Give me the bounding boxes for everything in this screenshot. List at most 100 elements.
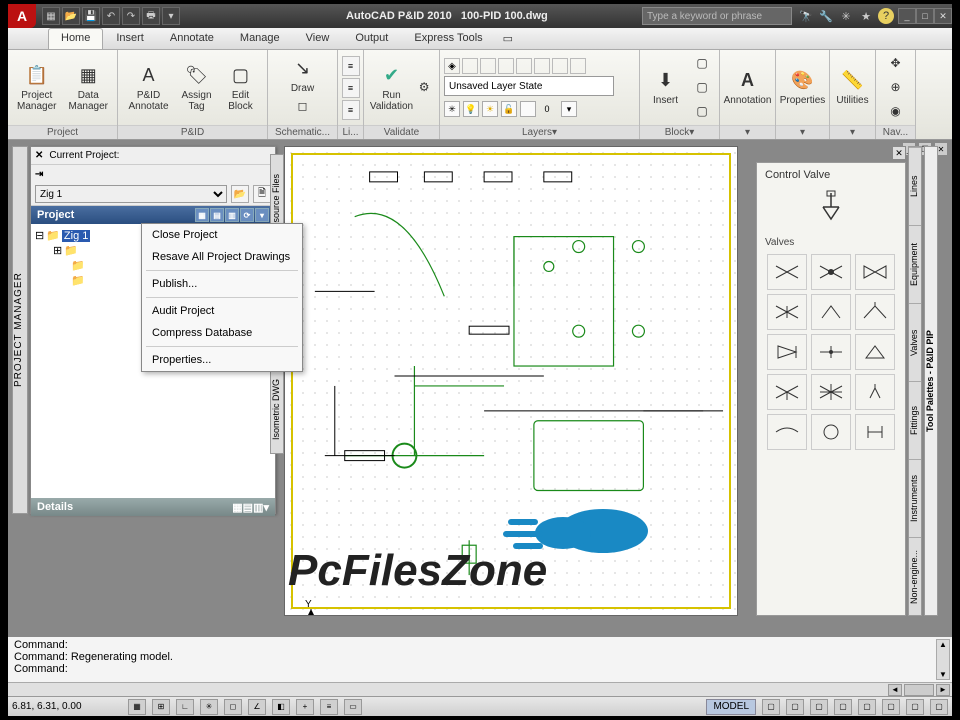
ptab-valves[interactable]: Valves	[909, 303, 921, 381]
pm-view-3[interactable]: ▥	[225, 208, 239, 222]
menu-close-project[interactable]: Close Project	[142, 224, 302, 246]
vtab-isometric-dwg[interactable]: Isometric DWG	[270, 364, 284, 454]
menu-audit[interactable]: Audit Project	[142, 300, 302, 322]
tab-output[interactable]: Output	[342, 28, 401, 49]
pm-section-details[interactable]: Details ▦▤▥▾	[31, 498, 275, 516]
status-snap[interactable]: ▦	[128, 699, 146, 715]
layer-sun-icon[interactable]: ☀	[482, 101, 498, 117]
pm-det-2[interactable]: ▤	[243, 502, 253, 514]
status-dyn[interactable]: +	[296, 699, 314, 715]
run-validation-button[interactable]: ✔Run Validation	[370, 64, 413, 112]
status-ortho[interactable]: ∟	[176, 699, 194, 715]
nav-tool-3[interactable]: ◉	[885, 101, 907, 123]
layer-btn-2[interactable]	[462, 58, 478, 74]
panel-label-properties[interactable]: ▾	[776, 125, 829, 139]
pm-det-3[interactable]: ▥	[253, 502, 263, 514]
block-tool-3[interactable]: ▢	[691, 101, 713, 123]
help-icon[interactable]: ?	[878, 8, 894, 24]
layer-prop-icon[interactable]: ✳	[444, 101, 460, 117]
layer-btn-5[interactable]	[516, 58, 532, 74]
project-manager-button[interactable]: 📋Project Manager	[14, 64, 60, 112]
layer-btn-1[interactable]: ◈	[444, 58, 460, 74]
ptab-equipment[interactable]: Equipment	[909, 225, 921, 303]
status-ducs[interactable]: ◧	[272, 699, 290, 715]
insert-block-button[interactable]: ⬇Insert	[646, 69, 685, 106]
layer-bulb-icon[interactable]: 💡	[463, 101, 479, 117]
draw-button[interactable]: ↘Draw	[278, 57, 328, 94]
valve-angle[interactable]	[855, 294, 895, 330]
ptab-instruments[interactable]: Instruments	[909, 459, 921, 537]
binoculars-icon[interactable]: 🔭	[798, 8, 814, 24]
status-grid[interactable]: ⊞	[152, 699, 170, 715]
layer-btn-6[interactable]	[534, 58, 550, 74]
pm-view-1[interactable]: ▦	[195, 208, 209, 222]
menu-publish[interactable]: Publish...	[142, 273, 302, 295]
status-qp[interactable]: ▭	[344, 699, 362, 715]
status-tool-3[interactable]: ▢	[810, 699, 828, 715]
valve-misc-3[interactable]	[855, 414, 895, 450]
status-polar[interactable]: ✳	[200, 699, 218, 715]
block-tool-2[interactable]: ▢	[691, 77, 713, 99]
palette-titlebar[interactable]: Tool Palettes - P&ID PIP	[924, 146, 938, 616]
layer-btn-4[interactable]	[498, 58, 514, 74]
control-valve-symbol[interactable]	[811, 187, 851, 227]
status-tool-5[interactable]: ▢	[858, 699, 876, 715]
valve-gate[interactable]	[767, 254, 807, 290]
status-tool-6[interactable]: ▢	[882, 699, 900, 715]
valve-diaphragm[interactable]	[855, 334, 895, 370]
valve-4way[interactable]	[811, 374, 851, 410]
panel-label-layers[interactable]: Layers ▾	[440, 125, 639, 139]
pm-close-icon[interactable]: ✕	[35, 150, 43, 161]
nav-tool-1[interactable]: ✥	[885, 53, 907, 75]
layer-btn-7[interactable]	[552, 58, 568, 74]
ptab-fittings[interactable]: Fittings	[909, 381, 921, 459]
annotation-button[interactable]: AAnnotation	[724, 69, 772, 106]
layer-state-dropdown[interactable]: Unsaved Layer State	[444, 76, 614, 96]
key-icon[interactable]: 🔧	[818, 8, 834, 24]
panel-label-utilities[interactable]: ▾	[830, 125, 875, 139]
tab-annotate[interactable]: Annotate	[157, 28, 227, 49]
star-icon[interactable]: ★	[858, 8, 874, 24]
project-manager-titlebar[interactable]: PROJECT MANAGER	[12, 146, 28, 514]
undo-icon[interactable]: ↶	[102, 7, 120, 25]
status-tool-7[interactable]: ▢	[906, 699, 924, 715]
hscroll-thumb[interactable]	[904, 684, 934, 696]
pm-project-dropdown[interactable]: Zig 1	[35, 185, 227, 203]
hscroll-right[interactable]: ►	[936, 684, 950, 696]
pm-det-1[interactable]: ▦	[232, 502, 242, 514]
status-tool-8[interactable]: ▢	[930, 699, 948, 715]
pm-tool-1[interactable]: 📂	[231, 185, 249, 203]
qat-dropdown-icon[interactable]: ▾	[162, 7, 180, 25]
data-manager-button[interactable]: ▦Data Manager	[66, 64, 112, 112]
status-tool-4[interactable]: ▢	[834, 699, 852, 715]
layer-btn-8[interactable]	[570, 58, 586, 74]
pm-tool-2[interactable]: 🗎	[253, 185, 271, 203]
close-button[interactable]: ✕	[934, 8, 952, 24]
pm-det-4[interactable]: ▾	[263, 502, 269, 514]
assign-tag-button[interactable]: 🏷Assign Tag	[177, 64, 217, 112]
properties-button[interactable]: 🎨Properties	[780, 69, 826, 106]
tab-manage[interactable]: Manage	[227, 28, 293, 49]
status-tool-2[interactable]: ▢	[786, 699, 804, 715]
pid-annotate-button[interactable]: AP&ID Annotate	[127, 64, 171, 112]
validate-settings-button[interactable]: ⚙	[415, 77, 433, 99]
valve-misc-2[interactable]	[811, 414, 851, 450]
hscroll-left[interactable]: ◄	[888, 684, 902, 696]
tab-home[interactable]: Home	[48, 28, 103, 49]
palette-close-icon[interactable]: ✕	[892, 146, 906, 160]
utilities-button[interactable]: 📏Utilities	[836, 69, 869, 106]
schematic-tool-1[interactable]: ◻	[292, 96, 314, 118]
valve-plug[interactable]	[811, 334, 851, 370]
status-osnap[interactable]: ◻	[224, 699, 242, 715]
pm-pin-icon[interactable]: ⇥	[35, 169, 43, 180]
drawing-canvas[interactable]: X Y	[284, 146, 738, 616]
pm-view-2[interactable]: ▤	[210, 208, 224, 222]
ribbon-overflow-icon[interactable]: ▭	[496, 28, 520, 49]
status-lwt[interactable]: ≡	[320, 699, 338, 715]
comm-icon[interactable]: ✳	[838, 8, 854, 24]
valve-misc-1[interactable]	[767, 414, 807, 450]
layer-lock-icon[interactable]: 🔓	[501, 101, 517, 117]
ptab-lines[interactable]: Lines	[909, 147, 921, 225]
menu-properties[interactable]: Properties...	[142, 349, 302, 371]
li-tool-3[interactable]: ≡	[342, 100, 360, 120]
